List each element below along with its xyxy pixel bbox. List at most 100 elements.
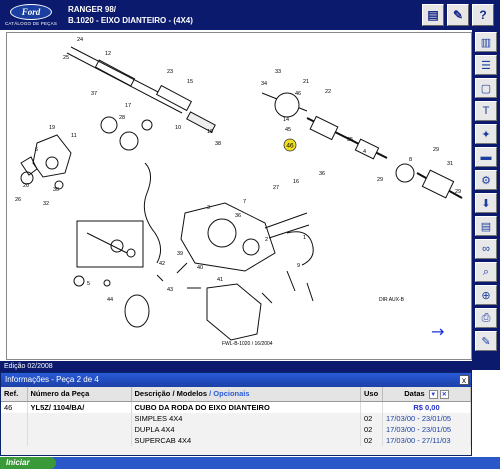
callout-number[interactable]: 39 xyxy=(177,251,183,257)
table-row[interactable]: 46 YL5Z/ 1104/BA/ CUBO DA RODA DO EIXO D… xyxy=(1,401,471,413)
ford-logo: Ford CATÁLOGO DE PEÇAS xyxy=(0,0,62,30)
callout-number[interactable]: 24 xyxy=(77,37,83,43)
toolbar-button-12[interactable]: ⊕ xyxy=(475,285,497,305)
close-icon[interactable]: x xyxy=(459,375,469,385)
cell-dates: 17/03/00 - 27/11/03 xyxy=(382,434,471,446)
toolbar-button-3[interactable]: ▢ xyxy=(475,78,497,98)
toolbar-button-14[interactable]: ✎ xyxy=(475,331,497,351)
callout-number[interactable]: 18 xyxy=(207,129,213,135)
callout-number[interactable]: 34 xyxy=(261,81,267,87)
callout-number[interactable]: 36 xyxy=(235,213,241,219)
col-uso[interactable]: Uso xyxy=(360,387,383,402)
callout-number[interactable]: 40 xyxy=(197,265,203,271)
cell-description: CUBO DA RODA DO EIXO DIANTEIRO xyxy=(131,401,361,413)
callout-number[interactable]: 6 xyxy=(35,147,38,153)
callout-number[interactable]: 27 xyxy=(273,185,279,191)
callout-number[interactable]: 11 xyxy=(71,133,77,139)
taskbar: Iniciar xyxy=(0,457,500,469)
tools-button[interactable]: ✎ xyxy=(447,4,469,26)
diff-cover xyxy=(206,283,262,341)
callout-number[interactable]: 19 xyxy=(49,125,55,131)
col-part-number[interactable]: Número da Peça xyxy=(27,387,132,402)
help-icon: ? xyxy=(479,8,487,22)
toolbar-button-1[interactable]: ▥ xyxy=(475,32,497,52)
help-button[interactable]: ? xyxy=(472,4,494,26)
toolbar-button-6[interactable]: ▬ xyxy=(475,147,497,167)
toolbar-button-4[interactable]: T xyxy=(475,101,497,121)
callout-number[interactable]: 10 xyxy=(175,125,181,131)
start-button[interactable]: Iniciar xyxy=(0,457,56,469)
callout-number[interactable]: 23 xyxy=(167,69,173,75)
callout-number[interactable]: 31 xyxy=(447,161,453,167)
list-icon: ☰ xyxy=(481,59,491,72)
book-icon: ▥ xyxy=(480,36,492,49)
col-ref[interactable]: Ref. xyxy=(1,387,28,402)
callout-number[interactable]: 14 xyxy=(283,117,289,123)
callout-number[interactable]: 28 xyxy=(119,115,125,121)
callout-number[interactable]: 20 xyxy=(23,183,29,189)
callout-number[interactable]: 12 xyxy=(105,51,111,57)
callout-number[interactable]: 37 xyxy=(91,91,97,97)
toolbar-button-2[interactable]: ☰ xyxy=(475,55,497,75)
toolbar-button-8[interactable]: ⬇ xyxy=(475,193,497,213)
callout-number[interactable]: 7 xyxy=(243,199,246,205)
toolbar-button-13[interactable]: ⎙ xyxy=(475,308,497,328)
callout-number[interactable]: 22 xyxy=(325,89,331,95)
callout-number[interactable]: 2 xyxy=(265,237,268,243)
callout-number[interactable]: 3 xyxy=(207,205,210,211)
callout-number[interactable]: 30 xyxy=(53,187,59,193)
catalog-icon: ▤ xyxy=(427,8,439,22)
toolbar-button-5[interactable]: ✦ xyxy=(475,124,497,144)
text-icon: T xyxy=(482,105,490,117)
callout-number[interactable]: 42 xyxy=(159,261,165,267)
callout-number[interactable]: 35 xyxy=(347,137,353,143)
callout-number[interactable]: 36 xyxy=(319,171,325,177)
toolbar-button-9[interactable]: ▤ xyxy=(475,216,497,236)
sort-down-icon[interactable]: ▼ xyxy=(428,389,438,399)
callout-number[interactable]: 5 xyxy=(87,281,90,287)
callout-number[interactable]: 46 xyxy=(295,91,301,97)
cell-dates: 17/03/00 - 23/01/05 xyxy=(382,423,471,435)
col-datas[interactable]: Datas ▼ ✕ xyxy=(382,387,471,402)
callout-number[interactable]: 17 xyxy=(125,103,131,109)
callout-number[interactable]: 45 xyxy=(285,127,291,133)
table-row[interactable]: SIMPLES 4X4 02 17/03/00 - 23/01/05 xyxy=(1,412,471,424)
callout-number[interactable]: 16 xyxy=(293,179,299,185)
callout-number[interactable]: 44 xyxy=(107,297,113,303)
callout-number[interactable]: 9 xyxy=(297,263,300,269)
cell-ref xyxy=(1,423,28,435)
callout-number[interactable]: 21 xyxy=(303,79,309,85)
cell-ref xyxy=(1,412,28,424)
toolbar-button-7[interactable]: ⚙ xyxy=(475,170,497,190)
table-row[interactable]: DUPLA 4X4 02 17/03/00 - 23/01/05 xyxy=(1,423,471,435)
callout-number[interactable]: 43 xyxy=(167,287,173,293)
gear-icon: ⚙ xyxy=(481,174,491,187)
callout-number[interactable]: 29 xyxy=(377,177,383,183)
callout-number[interactable]: 33 xyxy=(275,69,281,75)
section-title: B.1020 - EIXO DIANTEIRO - (4X4) xyxy=(68,16,193,25)
info-panel-titlebar: Informações - Peça 2 de 4 x xyxy=(1,373,471,387)
callout-number[interactable]: 29 xyxy=(455,189,461,195)
callout-number[interactable]: 8 xyxy=(409,157,412,163)
catalog-button[interactable]: ▤ xyxy=(422,4,444,26)
shaft-spline xyxy=(94,59,136,87)
col-description[interactable]: Descrição / Modelos / Opcionais xyxy=(131,387,361,402)
exploded-parts-diagram[interactable]: 46 FWL-B-1020 / 16/2004 DIR AUX-B → 24 25… xyxy=(6,32,472,360)
callout-number[interactable]: 26 xyxy=(15,197,21,203)
table-row[interactable]: SUPERCAB 4X4 02 17/03/00 - 27/11/03 xyxy=(1,434,471,446)
callout-number[interactable]: 4 xyxy=(363,149,366,155)
close-column-icon[interactable]: ✕ xyxy=(439,389,449,399)
edition-label: Edição 02/2008 xyxy=(0,361,472,372)
print-icon: ⎙ xyxy=(481,311,491,324)
callout-number[interactable]: 29 xyxy=(433,147,439,153)
toolbar-button-11[interactable]: ⌕ xyxy=(475,262,497,282)
callout-number[interactable]: 41 xyxy=(217,277,223,283)
wrench-icon: ✎ xyxy=(452,8,464,22)
callout-number[interactable]: 1 xyxy=(303,235,306,241)
callout-number[interactable]: 15 xyxy=(187,79,193,85)
callout-number[interactable]: 32 xyxy=(43,201,49,207)
next-page-arrow-icon[interactable]: → xyxy=(431,322,444,341)
callout-number[interactable]: 38 xyxy=(215,141,221,147)
callout-number[interactable]: 25 xyxy=(63,55,69,61)
toolbar-button-10[interactable]: ∞ xyxy=(475,239,497,259)
